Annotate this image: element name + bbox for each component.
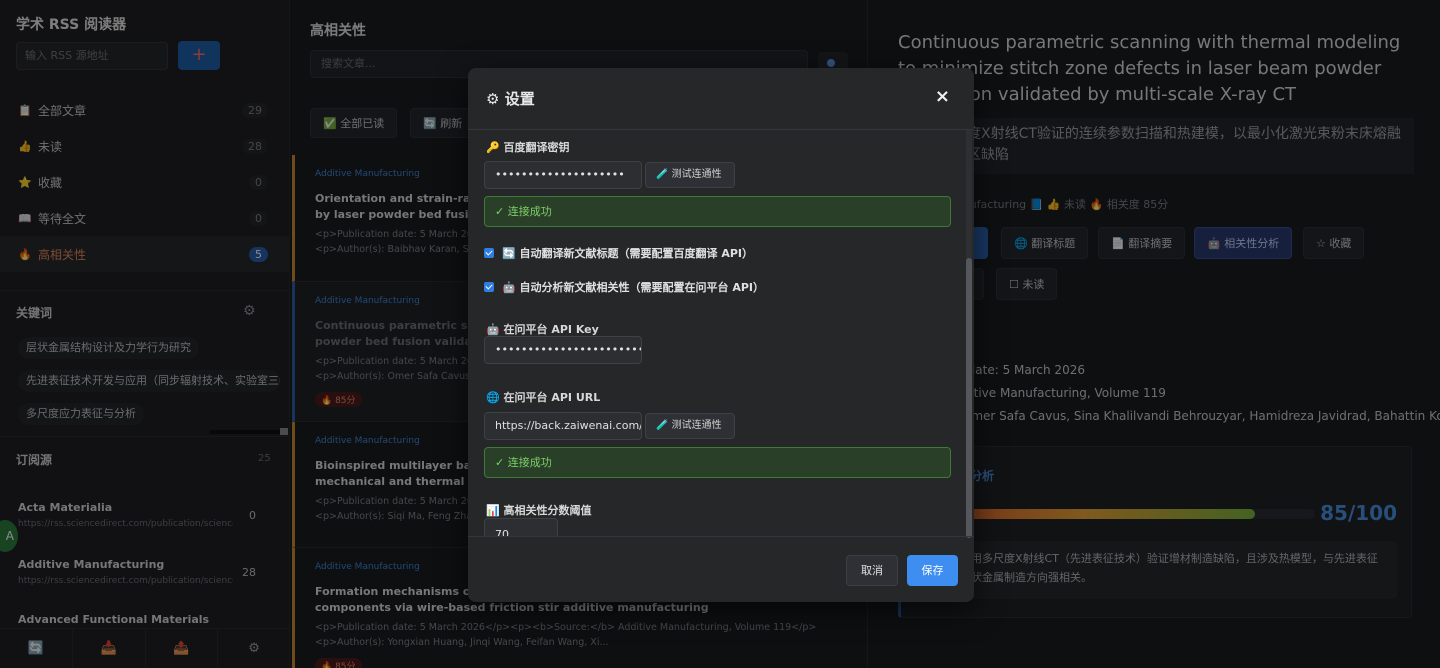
threshold-input[interactable]: 70 [484,518,558,536]
dialog-scrollbar-thumb[interactable] [966,258,972,538]
settings-dialog: ⚙ 设置 × 🔑 百度翻译密钥 •••••••••••••••••••• 🧪 测… [468,68,974,602]
auto-translate-label: 🔄 自动翻译新文献标题（需要配置百度翻译 API） [502,247,754,260]
zaiwen-status: ✓ 连接成功 [484,447,951,478]
gear-icon: ⚙ [486,90,500,108]
threshold-label: 📊 高相关性分数阈值 [486,504,592,517]
dialog-header: ⚙ 设置 × [468,68,974,130]
dialog-footer: 取消 保存 [468,536,974,602]
baidu-key-label: 🔑 百度翻译密钥 [486,141,570,154]
auto-translate-checkbox[interactable]: 🔄 自动翻译新文献标题（需要配置百度翻译 API） [484,245,753,261]
zaiwen-key-label: 🤖 在问平台 API Key [486,323,599,336]
test-zaiwen-button[interactable]: 🧪 测试连通性 [645,413,735,439]
dialog-body: 🔑 百度翻译密钥 •••••••••••••••••••• 🧪 测试连通性 ✓ … [468,130,974,536]
auto-analyze-label: 🤖 自动分析新文献相关性（需要配置在问平台 API） [502,281,765,294]
checkbox-checked-icon[interactable] [484,248,494,258]
checkbox-checked-icon[interactable] [484,282,494,292]
dialog-title-text: 设置 [504,90,535,108]
baidu-key-input[interactable]: •••••••••••••••••••• [484,161,642,189]
zaiwen-url-input[interactable]: https://back.zaiwenai.com/api [484,412,642,440]
zaiwen-key-input[interactable]: •••••••••••••••••••••••••••••••••••• [484,336,642,364]
zaiwen-url-label: 🌐 在问平台 API URL [486,391,601,404]
baidu-status: ✓ 连接成功 [484,196,951,227]
auto-analyze-checkbox[interactable]: 🤖 自动分析新文献相关性（需要配置在问平台 API） [484,279,764,295]
close-button[interactable]: × [935,86,950,107]
cancel-button[interactable]: 取消 [846,555,898,586]
test-baidu-button[interactable]: 🧪 测试连通性 [645,162,735,188]
save-button[interactable]: 保存 [907,555,958,586]
dialog-title: ⚙ 设置 [486,88,535,109]
